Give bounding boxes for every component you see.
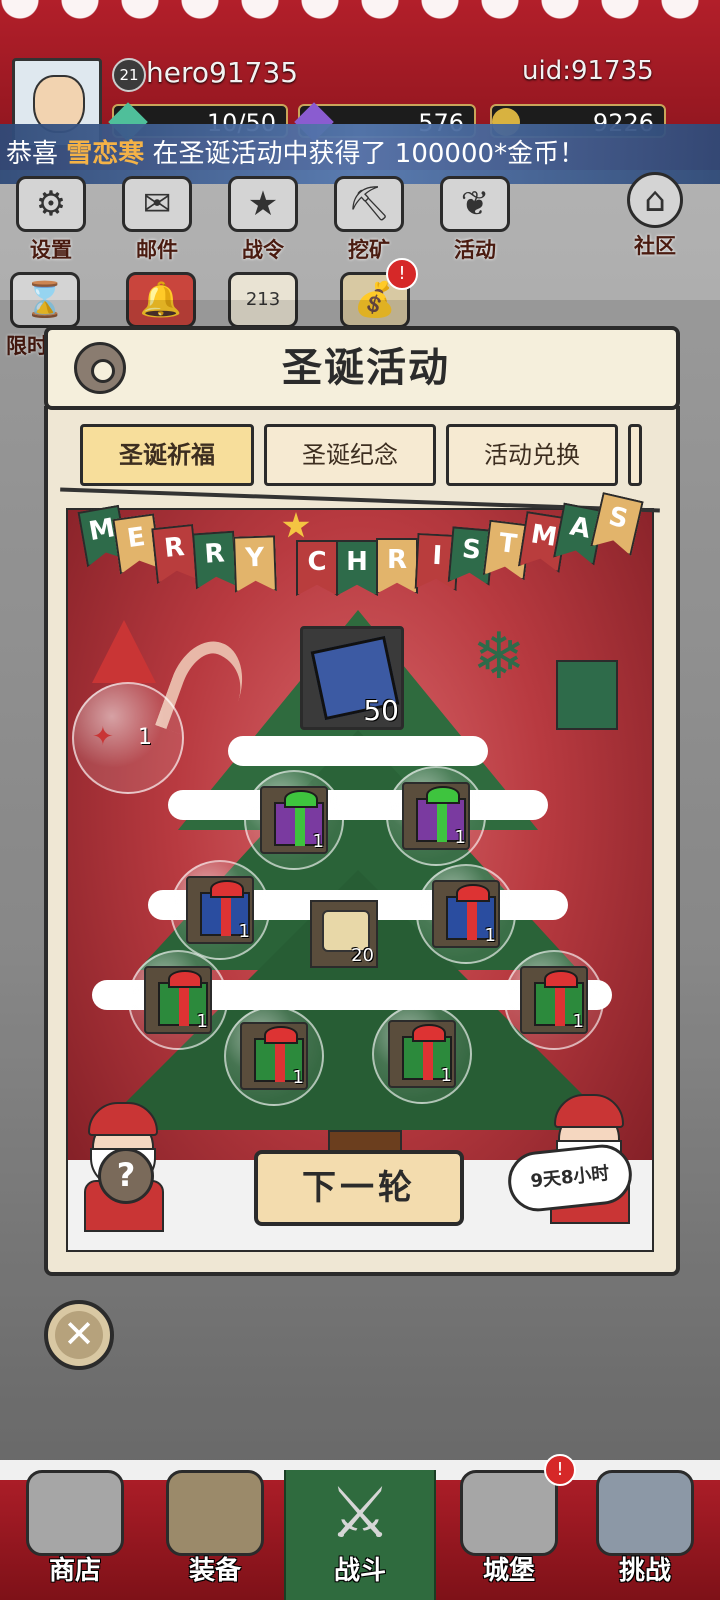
gift-count: 1 xyxy=(440,1065,452,1086)
gift-reward[interactable]: 1 xyxy=(386,766,486,866)
nav-castle-label: 城堡 xyxy=(482,1556,535,1586)
tab-event-exchange[interactable]: 活动兑换 xyxy=(446,424,618,486)
tab-more[interactable] xyxy=(628,424,642,486)
nav-challenge-label: 挑战 xyxy=(618,1556,671,1586)
player-uid: uid:91735 xyxy=(522,56,654,86)
community-button[interactable]: ⌂ 社区 xyxy=(610,172,700,262)
gift-reward[interactable]: 1 xyxy=(224,1006,324,1106)
snowflake-icon: ❄ xyxy=(472,620,526,694)
gift-count: 1 xyxy=(238,921,250,942)
player-name: hero91735 xyxy=(146,56,299,89)
badge-icon: ★ xyxy=(228,176,298,232)
close-icon: ✕ xyxy=(55,1311,103,1359)
help-button[interactable]: ? xyxy=(98,1148,154,1204)
candy-reward-bubble[interactable] xyxy=(72,682,184,794)
candy-icon: ✦ xyxy=(92,722,114,752)
gift-count: 1 xyxy=(292,1067,304,1088)
nav-battle-label: 战斗 xyxy=(333,1556,386,1586)
nav-equipment[interactable]: 装备 xyxy=(150,1470,280,1600)
scroll-reward-count: 20 xyxy=(351,945,374,966)
nav-shop-label: 商店 xyxy=(48,1556,101,1586)
gift-reward[interactable]: 1 xyxy=(244,770,344,870)
gift-count: 1 xyxy=(196,1011,208,1032)
gear-icon: ⚙ xyxy=(16,176,86,232)
tree-snow xyxy=(228,736,488,766)
gift-reward-slot: 1 xyxy=(240,1022,308,1090)
backpack-icon xyxy=(166,1470,264,1556)
mining-button[interactable]: ⛏ 挖矿 xyxy=(324,176,414,266)
book-reward-count: 50 xyxy=(363,694,399,727)
level-badge: 21 xyxy=(112,58,146,92)
modal-title: 圣诞活动 xyxy=(282,345,450,391)
gift-reward[interactable]: 1 xyxy=(372,1004,472,1104)
tree-snow xyxy=(168,790,548,820)
gift-reward-slot: 1 xyxy=(144,966,212,1034)
close-button[interactable]: ✕ xyxy=(44,1300,114,1370)
tab-christmas-memorial[interactable]: 圣诞纪念 xyxy=(264,424,436,486)
announcement-suffix: 在圣诞活动中获得了 100000*金币！ xyxy=(144,139,586,169)
gift-reward-slot: 1 xyxy=(432,880,500,948)
settings-button[interactable]: ⚙ 设置 xyxy=(6,176,96,266)
gift-reward-slot: 1 xyxy=(402,782,470,850)
nav-battle[interactable]: ⚔ 战斗 xyxy=(284,1470,436,1600)
announcement-player: 雪恋寒 xyxy=(66,139,145,169)
announcement-prefix: 恭喜 xyxy=(6,139,67,169)
laurel-icon: ❦ xyxy=(440,176,510,232)
mail-label: 邮件 xyxy=(136,238,178,262)
gift-count: 1 xyxy=(454,827,466,848)
nav-shop[interactable]: 商店 xyxy=(10,1470,140,1600)
book-reward[interactable]: 50 xyxy=(300,626,404,730)
gift-reward[interactable]: 1 xyxy=(170,860,270,960)
castle-alert-badge: ! xyxy=(544,1454,576,1486)
next-round-button[interactable]: 下一轮 xyxy=(254,1150,464,1226)
gift-reward-slot: 1 xyxy=(186,876,254,944)
nav-challenge[interactable]: 挑战 xyxy=(580,1470,710,1600)
gift-reward-slot: 1 xyxy=(260,786,328,854)
gift-reward[interactable]: 1 xyxy=(416,864,516,964)
gift-count: 1 xyxy=(484,925,496,946)
pickaxe-icon: ⛏ xyxy=(334,176,404,232)
gift-count: 1 xyxy=(312,831,324,852)
hanging-gift-icon xyxy=(556,660,618,730)
candy-count: 1 xyxy=(138,725,152,750)
nav-castle[interactable]: ! 城堡 xyxy=(444,1454,576,1600)
mail-button[interactable]: ✉ 邮件 xyxy=(112,176,202,266)
tab-christmas-blessing[interactable]: 圣诞祈福 xyxy=(80,424,254,486)
nav-equipment-label: 装备 xyxy=(188,1556,241,1586)
shield-icon xyxy=(596,1470,694,1556)
castle-icon xyxy=(460,1470,558,1556)
gift-reward[interactable]: 1 xyxy=(504,950,604,1050)
house-icon: ⌂ xyxy=(627,172,683,228)
gift-count: 1 xyxy=(572,1011,584,1032)
battle-pass-label: 战令 xyxy=(242,238,284,262)
shop-hut-icon xyxy=(26,1470,124,1556)
crossed-swords-icon: ⚔ xyxy=(328,1472,392,1554)
community-label: 社区 xyxy=(634,234,676,258)
modal-title-bar: 圣诞活动 xyxy=(44,326,680,410)
activity-label: 活动 xyxy=(454,238,496,262)
settings-label: 设置 xyxy=(30,238,72,262)
gift-reward-slot: 1 xyxy=(388,1020,456,1088)
battle-pass-button[interactable]: ★ 战令 xyxy=(218,176,308,266)
scroll-reward[interactable]: 20 xyxy=(310,900,378,968)
gift-reward[interactable]: 1 xyxy=(128,950,228,1050)
bag-alert-badge: ! xyxy=(386,258,418,290)
activity-button[interactable]: ❦ 活动 xyxy=(430,176,520,266)
gift-reward-slot: 1 xyxy=(520,966,588,1034)
envelope-icon: ✉ xyxy=(122,176,192,232)
